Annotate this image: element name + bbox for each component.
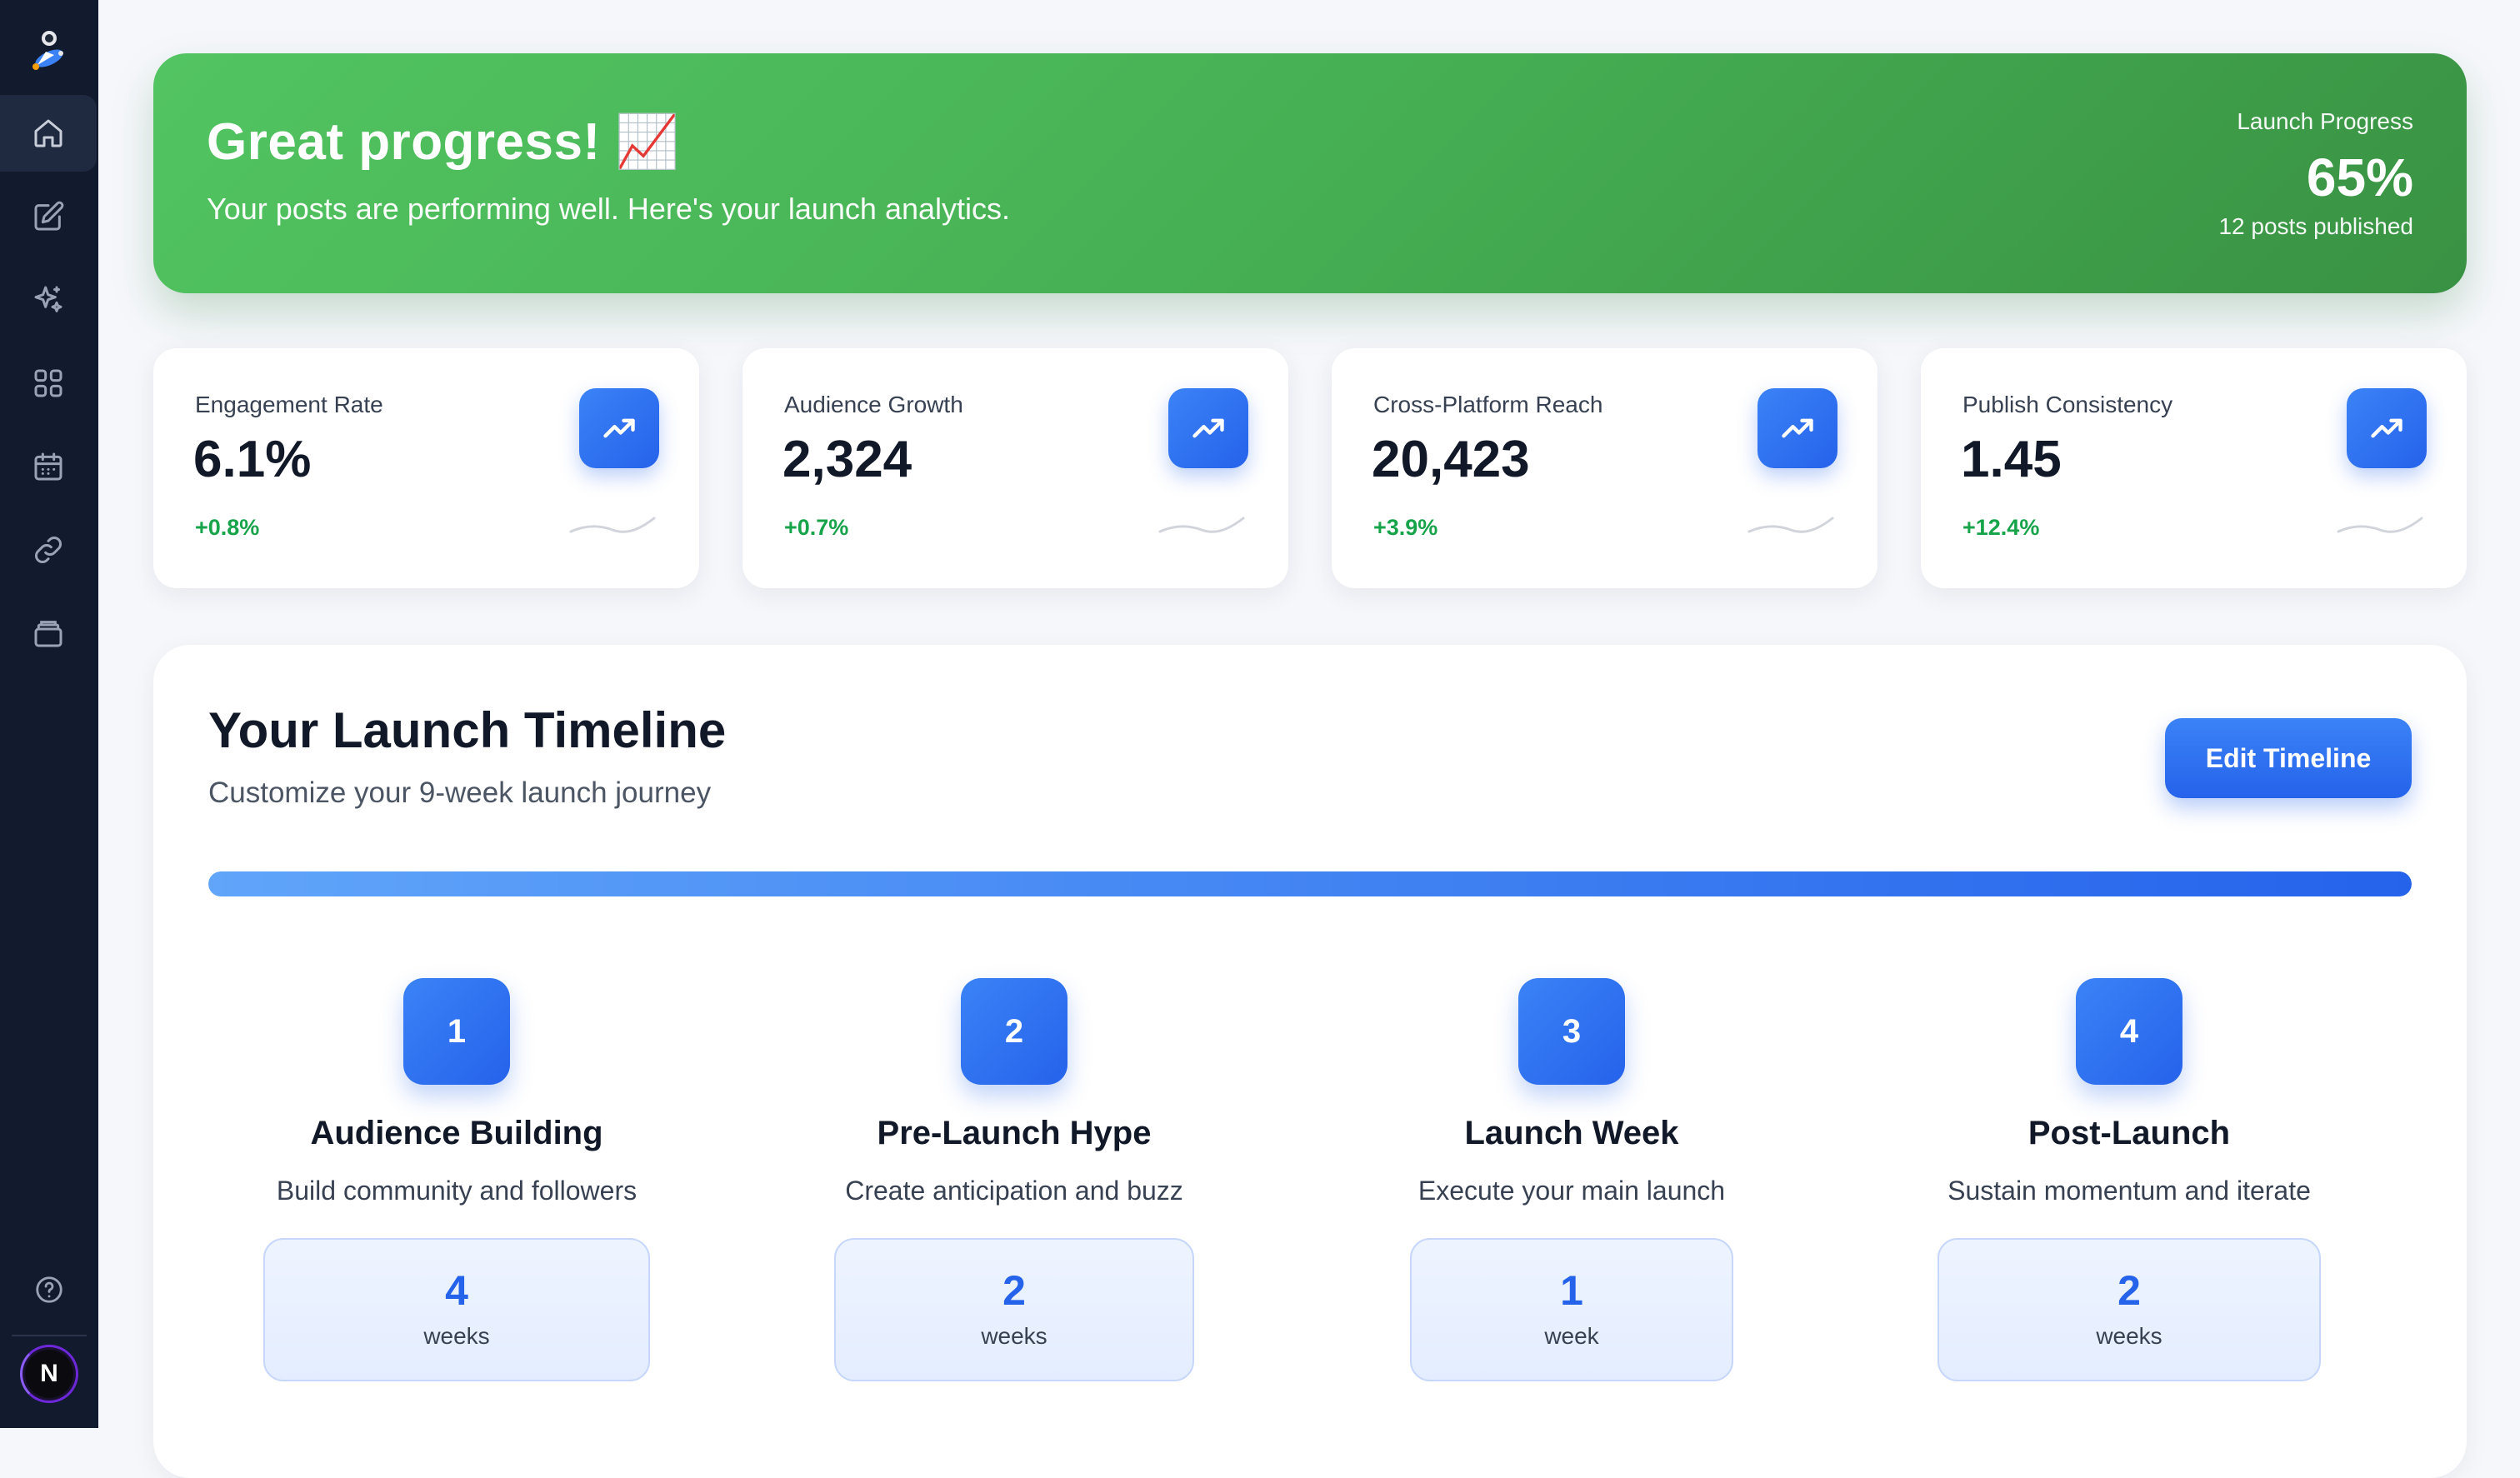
phase-title: Launch Week <box>1464 1115 1679 1151</box>
stat-card-consistency[interactable]: Publish Consistency 1.45 +12.4% <box>1921 348 2467 588</box>
sparkline <box>1158 517 1245 533</box>
link-icon <box>34 536 62 564</box>
sidebar-item-library[interactable] <box>0 595 97 672</box>
phase-duration-unit: week <box>1544 1323 1599 1349</box>
phase-duration-value: 4 <box>445 1267 468 1314</box>
stat-change: +0.8% <box>195 515 260 540</box>
stat-label: Cross-Platform Reach <box>1373 392 1603 417</box>
phase-audience-building[interactable]: 1 Audience Building Build community and … <box>198 978 715 1381</box>
phase-number: 1 <box>403 978 510 1085</box>
sidebar-item-calendar[interactable] <box>0 428 97 505</box>
sparkles-icon <box>34 286 62 312</box>
stat-value: 6.1% <box>193 431 312 488</box>
banner-title: Great progress! 📈 <box>207 113 681 171</box>
stat-value: 20,423 <box>1372 431 1530 488</box>
phase-duration-unit: weeks <box>981 1323 1048 1349</box>
stat-card-audience-growth[interactable]: Audience Growth 2,324 +0.7% <box>742 348 1288 588</box>
progress-banner: Great progress! 📈 Your posts are perform… <box>153 53 2467 293</box>
phase-launch-week[interactable]: 3 Launch Week Execute your main launch 1… <box>1313 978 1830 1381</box>
sidebar-item-edit[interactable] <box>0 178 97 255</box>
phase-duration-value: 1 <box>1560 1267 1583 1314</box>
launch-progress: Launch Progress 65% 12 posts published <box>2218 108 2413 240</box>
timeline-progress-bar <box>208 871 2412 896</box>
stat-value: 1.45 <box>1961 431 2062 488</box>
banner-subtitle: Your posts are performing well. Here's y… <box>207 192 1011 226</box>
timeline-subtitle: Customize your 9-week launch journey <box>208 776 712 809</box>
trending-up-icon <box>579 388 659 468</box>
phase-duration-value: 2 <box>2118 1267 2141 1314</box>
sidebar-item-links[interactable] <box>0 512 97 588</box>
stat-value: 2,324 <box>782 431 912 488</box>
grid-icon <box>34 369 62 397</box>
phase-duration: 1 week <box>1410 1238 1733 1381</box>
sparkline <box>2337 517 2423 533</box>
phase-post-launch[interactable]: 4 Post-Launch Sustain momentum and itera… <box>1871 978 2388 1381</box>
timeline-title: Your Launch Timeline <box>208 702 727 758</box>
sparkline <box>569 517 656 533</box>
phase-title: Pre-Launch Hype <box>877 1115 1152 1151</box>
sidebar-nav <box>0 95 98 672</box>
stat-change: +3.9% <box>1373 515 1438 540</box>
sidebar: N <box>0 0 98 1428</box>
phase-duration: 2 weeks <box>834 1238 1194 1381</box>
help-icon <box>36 1276 62 1303</box>
phase-duration-unit: weeks <box>423 1323 490 1349</box>
sparkline <box>1748 517 1834 533</box>
help-button[interactable] <box>1 1256 98 1323</box>
sidebar-item-home[interactable] <box>0 95 97 172</box>
layers-icon <box>34 621 62 647</box>
launch-timeline-card: Your Launch Timeline Customize your 9-we… <box>153 645 2467 1478</box>
launch-progress-value: 65% <box>2306 147 2413 207</box>
calendar-icon <box>34 452 62 481</box>
stat-change: +0.7% <box>784 515 849 540</box>
edit-timeline-button[interactable]: Edit Timeline <box>2165 718 2412 798</box>
phase-number: 2 <box>961 978 1068 1085</box>
phase-title: Post-Launch <box>2028 1115 2231 1151</box>
stat-card-engagement[interactable]: Engagement Rate 6.1% +0.8% <box>153 348 699 588</box>
home-icon <box>34 119 62 147</box>
phase-duration-unit: weeks <box>2096 1323 2162 1349</box>
sidebar-bottom: N <box>0 1256 98 1403</box>
stats-row: Engagement Rate 6.1% +0.8% Audience Grow… <box>153 348 2467 588</box>
phase-duration: 4 weeks <box>263 1238 650 1381</box>
phase-duration-value: 2 <box>1002 1267 1026 1314</box>
stat-label: Publish Consistency <box>1962 392 2173 417</box>
edit-icon <box>34 201 64 231</box>
phase-description: Sustain momentum and iterate <box>1948 1176 2311 1206</box>
stat-card-reach[interactable]: Cross-Platform Reach 20,423 +3.9% <box>1332 348 1878 588</box>
phase-description: Create anticipation and buzz <box>845 1176 1183 1206</box>
sidebar-divider <box>12 1335 87 1336</box>
avatar[interactable]: N <box>20 1345 78 1403</box>
timeline-progress-fill <box>208 871 2412 896</box>
trending-up-icon <box>1758 388 1838 468</box>
phase-number: 3 <box>1518 978 1625 1085</box>
phase-description: Build community and followers <box>276 1176 638 1206</box>
posts-published: 12 posts published <box>2218 213 2413 239</box>
stat-change: +12.4% <box>1962 515 2040 540</box>
trending-up-icon <box>1168 388 1248 468</box>
sidebar-item-ai[interactable] <box>0 262 97 338</box>
stat-label: Engagement Rate <box>195 392 383 417</box>
phase-description: Execute your main launch <box>1418 1176 1726 1206</box>
phase-title: Audience Building <box>310 1115 603 1151</box>
sidebar-item-apps[interactable] <box>0 345 97 422</box>
launch-progress-label: Launch Progress <box>2237 108 2413 134</box>
trending-up-icon <box>2347 388 2427 468</box>
stat-label: Audience Growth <box>784 392 963 417</box>
phase-number: 4 <box>2076 978 2182 1085</box>
phase-pre-launch-hype[interactable]: 2 Pre-Launch Hype Create anticipation an… <box>756 978 1272 1381</box>
rocket-icon[interactable] <box>24 27 74 80</box>
phase-duration: 2 weeks <box>1938 1238 2321 1381</box>
